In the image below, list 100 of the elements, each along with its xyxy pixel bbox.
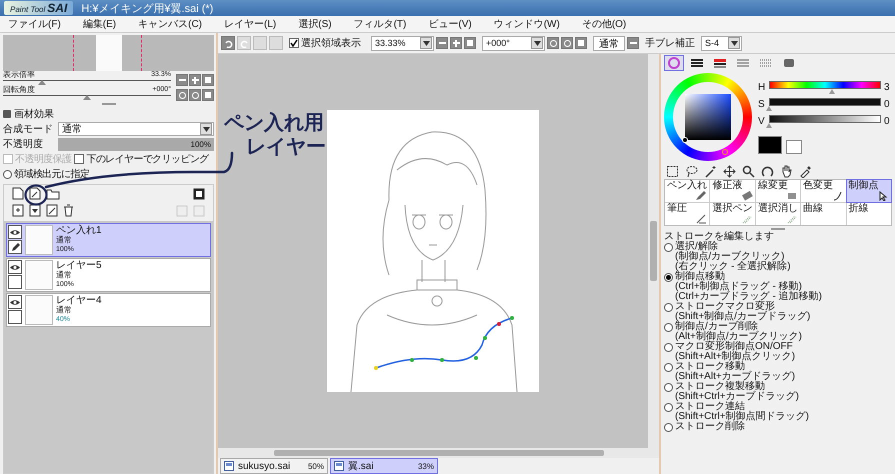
brush-tool[interactable]: 折線 — [846, 203, 891, 225]
new-layer-icon[interactable] — [12, 187, 24, 200]
merge-down-icon[interactable] — [29, 204, 41, 217]
brush-tool[interactable]: 曲線 — [801, 203, 846, 225]
list-icon — [736, 57, 750, 69]
menu-item[interactable]: ウィンドウ(W) — [494, 17, 560, 31]
brush-tool[interactable]: 筆圧 — [665, 203, 710, 225]
menu-item[interactable]: 編集(E) — [82, 17, 116, 31]
stabilizer-label: 手ブレ補正 — [645, 36, 695, 50]
zoom-in-button[interactable] — [450, 37, 462, 49]
brush-tool[interactable]: ペン入れ — [665, 180, 710, 202]
stabilizer-dropdown[interactable]: S-4 — [701, 36, 742, 50]
zoom-in-button[interactable] — [189, 74, 201, 86]
rotate-left-button[interactable] — [547, 37, 559, 49]
radio-button[interactable]: 領域検出元に指定 — [3, 167, 90, 181]
radio-button[interactable]: ストロークマクロ変形 — [664, 302, 775, 312]
brush-tool[interactable]: 線変更 — [756, 180, 800, 202]
menu-item[interactable]: フィルタ(T) — [354, 17, 406, 31]
rectangle-select-icon[interactable] — [666, 164, 679, 178]
brush-tool[interactable]: 選択ペン — [710, 203, 755, 225]
color-slider[interactable] — [769, 80, 881, 94]
radio-button[interactable]: ストローク複製移動 — [664, 382, 765, 392]
rgb-icon — [690, 57, 704, 69]
rotate-right-button[interactable] — [189, 89, 201, 101]
undo-button[interactable] — [221, 36, 235, 50]
mask-icon[interactable] — [193, 188, 205, 200]
reset-button[interactable] — [464, 37, 476, 49]
brush-tool[interactable]: 選択消し — [756, 203, 800, 225]
lines-tool-icon — [786, 191, 798, 201]
rotate-left-button[interactable] — [176, 89, 188, 101]
checkbox[interactable]: 選択領域表示 — [289, 36, 361, 50]
color-square[interactable] — [685, 94, 731, 140]
lasso-icon[interactable] — [685, 164, 698, 178]
reset-button[interactable] — [202, 74, 214, 86]
radio-button[interactable]: 制御点移動 — [664, 272, 725, 282]
hand-icon[interactable] — [780, 164, 793, 178]
lock-toggle[interactable] — [8, 275, 22, 289]
radio-button[interactable]: 選択/解除 — [664, 242, 718, 252]
new-pen-layer-icon[interactable] — [29, 187, 41, 200]
clear-layer-icon[interactable] — [46, 204, 58, 217]
zoom-out-button[interactable] — [436, 37, 448, 49]
rotate-right-button[interactable] — [561, 37, 573, 49]
menu-item[interactable]: ファイル(F) — [8, 17, 61, 31]
color-slider[interactable] — [769, 114, 881, 128]
document-tab[interactable]: 翼.sai 33% — [330, 458, 438, 474]
eyedropper-icon[interactable] — [799, 164, 812, 178]
wheel-icon — [667, 57, 681, 69]
color-slider[interactable] — [769, 98, 881, 110]
vertical-scrollbar[interactable] — [648, 54, 659, 448]
visibility-toggle[interactable] — [8, 225, 22, 239]
reset-button[interactable] — [575, 37, 587, 49]
lock-toggle[interactable] — [8, 240, 22, 254]
shortcut-hint: (Ctrl+制御点ドラッグ - 移動) — [674, 282, 802, 292]
magic-wand-icon[interactable] — [704, 164, 717, 178]
checkmark-icon — [290, 39, 298, 47]
blend-mode-button[interactable]: 通常 — [593, 36, 625, 50]
zoom-out-button[interactable] — [176, 74, 188, 86]
zoom-dropdown[interactable]: 33.33% — [371, 36, 434, 50]
radio-button[interactable]: ストローク削除 — [664, 422, 745, 432]
reset-button[interactable] — [202, 89, 214, 101]
angle-dropdown[interactable]: +000° — [482, 36, 545, 50]
brush-tool[interactable]: 修正液 — [710, 180, 755, 202]
horizontal-scrollbar[interactable] — [218, 448, 659, 458]
hsv-icon — [713, 57, 727, 69]
zoom-icon[interactable] — [742, 164, 755, 178]
secondary-swatch[interactable] — [786, 140, 802, 154]
copy-layer-icon[interactable] — [12, 204, 24, 217]
shortcut-hint: (Shift+制御点/カーブドラッグ) — [674, 312, 812, 322]
document-tab[interactable]: sukusyo.sai 50% — [220, 458, 328, 474]
color-mode-tab[interactable] — [664, 55, 684, 71]
visibility-toggle[interactable] — [8, 260, 22, 274]
menu-item[interactable]: 選択(S) — [298, 17, 332, 31]
handwritten-note: ペン入れ用 — [224, 112, 324, 134]
menu-item[interactable]: キャンバス(C) — [138, 17, 202, 31]
move-icon[interactable] — [723, 164, 736, 178]
slider-thumb[interactable] — [766, 122, 772, 128]
trash-icon[interactable] — [63, 204, 74, 217]
menu-item[interactable]: レイヤー(L) — [224, 17, 276, 31]
checkbox[interactable]: 下のレイヤーでクリッピング — [74, 152, 209, 166]
visibility-toggle[interactable] — [8, 295, 22, 309]
menu-item[interactable]: ビュー(V) — [428, 17, 472, 31]
rotate-icon[interactable] — [761, 164, 774, 178]
folder-icon[interactable] — [46, 188, 60, 200]
blend-mode-dropdown[interactable]: 通常 — [58, 122, 214, 136]
slider-thumb[interactable] — [38, 80, 46, 85]
panel-heading: ストロークを編集します — [664, 232, 775, 242]
document-icon — [334, 461, 344, 471]
shortcut-hint: (Alt+制御点/カーブクリック) — [674, 332, 803, 342]
brush-tool[interactable]: 色変更 — [801, 180, 846, 202]
brush-tool[interactable]: 制御点 — [846, 180, 891, 202]
opacity-slider[interactable]: 100% — [58, 138, 214, 150]
select-tool-icon — [786, 214, 798, 224]
lock-toggle[interactable] — [8, 310, 22, 324]
radio-button[interactable]: ストローク連結 — [664, 402, 745, 412]
color-swatch[interactable] — [758, 136, 782, 154]
slider-value: 3 — [884, 82, 891, 92]
radio-button[interactable]: ストローク移動 — [664, 362, 745, 372]
radio-button[interactable]: 制御点/カーブ削除 — [664, 322, 758, 332]
menu-item[interactable]: その他(O) — [582, 17, 626, 31]
radio-button[interactable]: マクロ変形制御点ON/OFF — [664, 342, 793, 352]
